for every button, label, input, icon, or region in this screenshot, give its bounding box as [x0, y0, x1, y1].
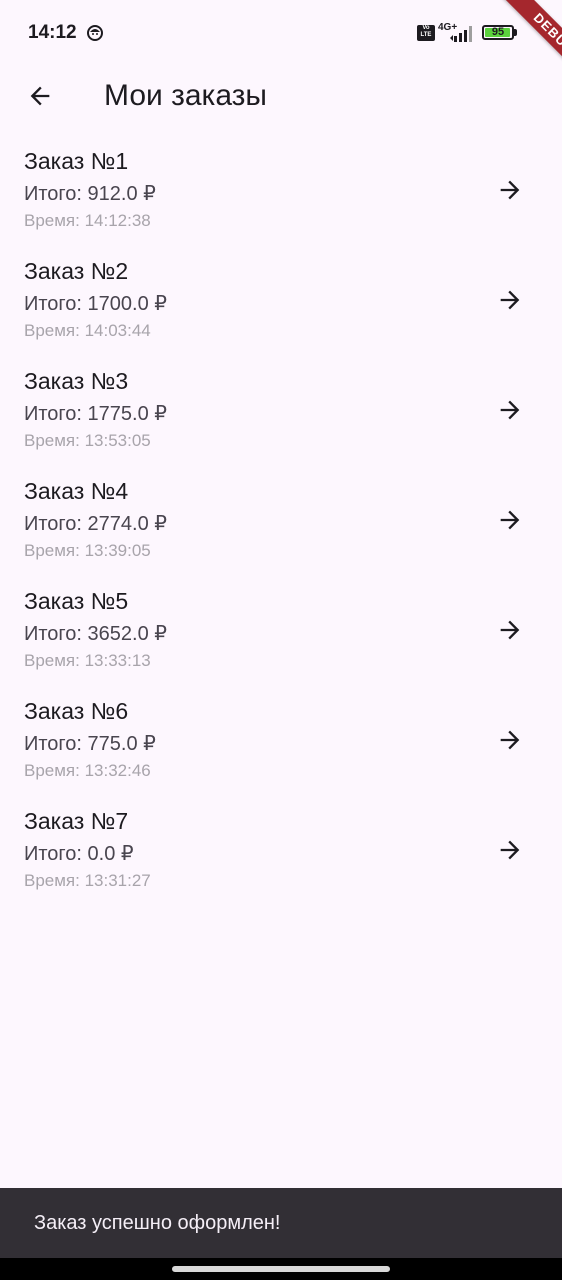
order-title: Заказ №7 — [24, 808, 129, 834]
order-total: Итого: 1700.0 ₽ — [24, 293, 167, 315]
page-title: Мои заказы — [104, 79, 267, 112]
order-time: Время: 13:31:27 — [24, 871, 151, 890]
arrow-forward-icon[interactable] — [490, 280, 530, 320]
order-list-item-7[interactable]: Заказ №7 Итого: 0.0 ₽ Время: 13:31:27 — [0, 796, 562, 906]
arrow-forward-icon[interactable] — [490, 610, 530, 650]
arrow-forward-icon[interactable] — [490, 170, 530, 210]
order-time: Время: 14:12:38 — [24, 211, 151, 230]
order-total: Итого: 2774.0 ₽ — [24, 513, 167, 535]
app-notification-icon — [87, 25, 103, 41]
battery-icon: 95 — [482, 25, 514, 40]
arrow-forward-icon[interactable] — [490, 500, 530, 540]
order-list-item-2[interactable]: Заказ №2 Итого: 1700.0 ₽ Время: 14:03:44 — [0, 246, 562, 356]
order-total: Итого: 912.0 ₽ — [24, 183, 156, 205]
order-list-item-1[interactable]: Заказ №1 Итого: 912.0 ₽ Время: 14:12:38 — [0, 136, 562, 246]
arrow-forward-icon[interactable] — [490, 390, 530, 430]
arrow-forward-icon-glyph — [500, 290, 520, 310]
order-title: Заказ №2 — [24, 258, 129, 284]
snackbar-message: Заказ успешно оформлен! — [34, 1212, 281, 1234]
order-title: Заказ №3 — [24, 368, 129, 394]
navigation-bar — [0, 1258, 562, 1280]
arrow-forward-icon[interactable] — [490, 830, 530, 870]
battery-cap — [514, 29, 517, 36]
signal-strength-icon — [450, 26, 472, 42]
arrow-forward-icon[interactable] — [490, 720, 530, 760]
order-title: Заказ №5 — [24, 588, 129, 614]
arrow-forward-icon-glyph — [500, 730, 520, 750]
status-time: 14:12 — [28, 22, 77, 43]
arrow-forward-icon-glyph — [500, 400, 520, 420]
order-title: Заказ №6 — [24, 698, 129, 724]
order-total: Итого: 0.0 ₽ — [24, 843, 134, 865]
order-time: Время: 13:32:46 — [24, 761, 151, 780]
back-button[interactable] — [16, 72, 64, 120]
arrow-back-icon — [30, 86, 50, 106]
order-title: Заказ №1 — [24, 148, 129, 174]
order-list-item-4[interactable]: Заказ №4 Итого: 2774.0 ₽ Время: 13:39:05 — [0, 466, 562, 576]
volte-icon: Vo LTE — [417, 25, 435, 41]
order-list-item-5[interactable]: Заказ №5 Итого: 3652.0 ₽ Время: 13:33:13 — [0, 576, 562, 686]
arrow-forward-icon-glyph — [500, 840, 520, 860]
gesture-handle[interactable] — [172, 1266, 390, 1272]
order-total: Итого: 775.0 ₽ — [24, 733, 156, 755]
order-total: Итого: 1775.0 ₽ — [24, 403, 167, 425]
order-total: Итого: 3652.0 ₽ — [24, 623, 167, 645]
order-time: Время: 13:39:05 — [24, 541, 151, 560]
status-bar: 14:12 Vo LTE 4G+ 95 — [0, 0, 562, 68]
battery-level: 95 — [491, 26, 505, 38]
order-list-item-6[interactable]: Заказ №6 Итого: 775.0 ₽ Время: 13:32:46 — [0, 686, 562, 796]
order-list-item-3[interactable]: Заказ №3 Итого: 1775.0 ₽ Время: 13:53:05 — [0, 356, 562, 466]
app-bar: Мои заказы — [0, 68, 562, 124]
arrow-forward-icon-glyph — [500, 180, 520, 200]
arrow-forward-icon-glyph — [500, 620, 520, 640]
order-time: Время: 14:03:44 — [24, 321, 151, 340]
snackbar: Заказ успешно оформлен! — [0, 1188, 562, 1258]
order-title: Заказ №4 — [24, 478, 129, 504]
orders-list: Заказ №1 Итого: 912.0 ₽ Время: 14:12:38 … — [0, 136, 562, 906]
arrow-forward-icon-glyph — [500, 510, 520, 530]
order-time: Время: 13:53:05 — [24, 431, 151, 450]
order-time: Время: 13:33:13 — [24, 651, 151, 670]
